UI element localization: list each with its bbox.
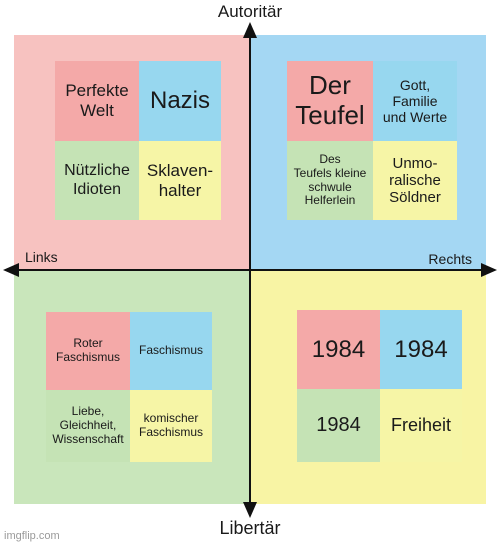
axis-label-right: Rechts bbox=[428, 251, 472, 267]
arrow-down-icon bbox=[243, 502, 257, 518]
arrow-up-icon bbox=[243, 22, 257, 38]
watermark: imgflip.com bbox=[4, 530, 60, 542]
arrow-right-icon bbox=[481, 263, 497, 277]
axis-label-bottom: Libertär bbox=[219, 518, 281, 538]
axis-label-top: Autoritär bbox=[217, 2, 283, 21]
axes bbox=[3, 22, 497, 518]
axis-label-left: Links bbox=[25, 249, 58, 265]
arrow-left-icon bbox=[3, 263, 19, 277]
